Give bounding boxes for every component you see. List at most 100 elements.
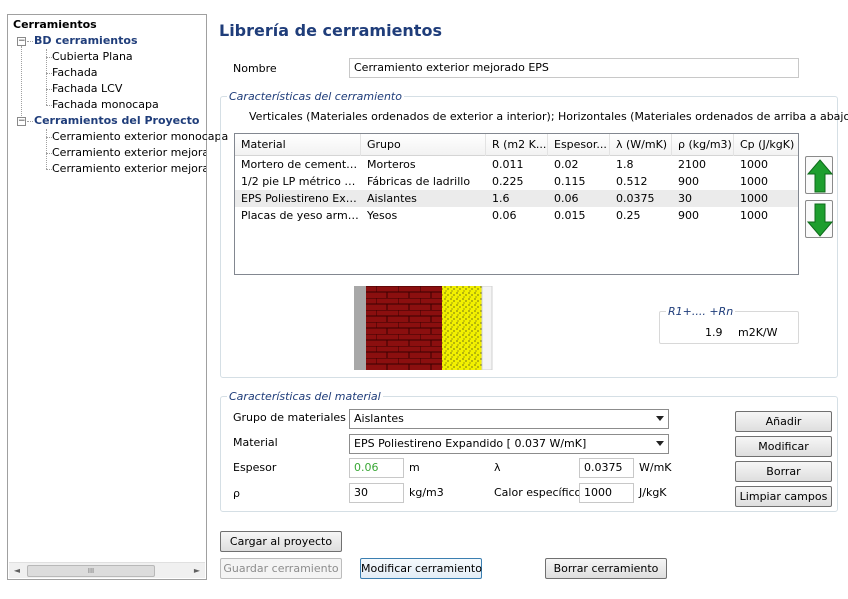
cell-grupo: Fábricas de ladrillo — [367, 175, 471, 188]
nombre-label: Nombre — [233, 62, 277, 75]
scroll-left-icon[interactable]: ◄ — [9, 563, 25, 579]
r-total-value: 1.9 — [705, 326, 723, 339]
cell-rho: 2100 — [678, 158, 706, 171]
column-header-r[interactable]: R (m2 K... — [486, 134, 548, 156]
cell-material: Placas de yeso armad... — [241, 209, 361, 222]
scroll-right-icon[interactable]: ► — [189, 563, 205, 579]
column-header-grupo[interactable]: Grupo — [361, 134, 486, 156]
arrow-down-icon — [806, 203, 834, 237]
modificar-cerramiento-button[interactable]: Modificar cerramiento — [360, 558, 482, 579]
column-header-rho[interactable]: ρ (kg/m3) — [672, 134, 734, 156]
column-header-espesor[interactable]: Espesor... — [548, 134, 610, 156]
column-header-lambda[interactable]: λ (W/mK) — [610, 134, 672, 156]
anadir-button[interactable]: Añadir — [735, 411, 832, 432]
cell-lambda: 1.8 — [616, 158, 634, 171]
tree-item-mejorado-e[interactable]: Cerramiento exterior mejorado E — [52, 162, 206, 176]
tree-group-cerramientos-proyecto[interactable]: Cerramientos del Proyecto — [34, 114, 199, 128]
column-header-material[interactable]: Material — [235, 134, 361, 156]
table-row-selected[interactable]: EPS Poliestireno Expa... Aislantes 1.6 0… — [235, 190, 798, 207]
cell-espesor: 0.115 — [554, 175, 586, 188]
cell-espesor: 0.015 — [554, 209, 586, 222]
tree-item-mejorado-l[interactable]: Cerramiento exterior mejorado L — [52, 146, 206, 160]
cargar-proyecto-button[interactable]: Cargar al proyecto — [220, 531, 342, 552]
tree-item-cubierta-plana[interactable]: Cubierta Plana — [52, 50, 133, 64]
material-value: EPS Poliestireno Expandido [ 0.037 W/mK] — [354, 437, 587, 450]
material-groupbox-title: Características del material — [227, 390, 383, 403]
cell-material: EPS Poliestireno Expa... — [241, 192, 361, 205]
grupo-materiales-label: Grupo de materiales — [233, 411, 346, 424]
espesor-label: Espesor — [233, 461, 277, 474]
grupo-materiales-value: Aislantes — [354, 412, 404, 425]
table-row[interactable]: Mortero de cemento ... Morteros 0.011 0.… — [235, 156, 798, 173]
page-title: Librería de cerramientos — [219, 21, 442, 40]
table-row[interactable]: Placas de yeso armad... Yesos 0.06 0.015… — [235, 207, 798, 224]
cell-r: 0.06 — [492, 209, 517, 222]
layers-table[interactable]: Material Grupo R (m2 K... Espesor... λ (… — [234, 133, 799, 275]
cell-grupo: Aislantes — [367, 192, 417, 205]
tree-panel: Cerramientos − BD cerramientos Cubierta … — [7, 14, 228, 580]
table-row[interactable]: 1/2 pie LP métrico o c... Fábricas de la… — [235, 173, 798, 190]
cell-lambda: 0.512 — [616, 175, 648, 188]
arrow-up-icon — [806, 159, 834, 193]
tree-item-fachada-monocapa[interactable]: Fachada monocapa — [52, 98, 159, 112]
guardar-cerramiento-button[interactable]: Guardar cerramiento — [220, 558, 342, 579]
cell-grupo: Morteros — [367, 158, 416, 171]
espesor-input[interactable]: 0.06 — [349, 458, 404, 478]
move-up-button[interactable] — [805, 156, 834, 194]
cell-r: 0.225 — [492, 175, 524, 188]
cell-espesor: 0.06 — [554, 192, 579, 205]
cerramiento-groupbox-title: Características del cerramiento — [227, 90, 404, 103]
tree-group-bd-cerramientos[interactable]: BD cerramientos — [34, 34, 138, 48]
table-header: Material Grupo R (m2 K... Espesor... λ (… — [235, 134, 798, 156]
lambda-label: λ — [494, 461, 501, 474]
calor-especifico-label: Calor específico — [494, 486, 582, 499]
rho-input[interactable]: 30 — [349, 483, 404, 503]
wall-section-illustration — [354, 285, 494, 371]
espesor-unit: m — [409, 461, 420, 474]
rho-label: ρ — [233, 487, 240, 500]
modificar-button[interactable]: Modificar — [735, 436, 832, 457]
chevron-down-icon — [656, 416, 664, 421]
cell-material: 1/2 pie LP métrico o c... — [241, 175, 361, 188]
column-header-cp[interactable]: Cp (J/kgK) — [734, 134, 798, 156]
cell-cp: 1000 — [740, 175, 768, 188]
r-total-unit: m2K/W — [738, 326, 778, 339]
tree-item-fachada[interactable]: Fachada — [52, 66, 98, 80]
borrar-button[interactable]: Borrar — [735, 461, 832, 482]
collapse-icon[interactable]: − — [17, 117, 26, 126]
cell-espesor: 0.02 — [554, 158, 579, 171]
lambda-input[interactable]: 0.0375 — [579, 458, 634, 478]
calor-especifico-unit: J/kgK — [639, 486, 667, 499]
cell-cp: 1000 — [740, 209, 768, 222]
cell-rho: 900 — [678, 209, 699, 222]
cell-cp: 1000 — [740, 158, 768, 171]
material-select[interactable]: EPS Poliestireno Expandido [ 0.037 W/mK] — [349, 434, 669, 454]
cell-rho: 30 — [678, 192, 692, 205]
move-down-button[interactable] — [805, 200, 834, 238]
lambda-unit: W/mK — [639, 461, 672, 474]
cell-cp: 1000 — [740, 192, 768, 205]
orientation-note: Verticales (Materiales ordenados de exte… — [249, 110, 848, 123]
calor-especifico-input[interactable]: 1000 — [579, 483, 634, 503]
grupo-materiales-select[interactable]: Aislantes — [349, 409, 669, 429]
scroll-thumb[interactable]: III — [27, 565, 155, 577]
cell-material: Mortero de cemento ... — [241, 158, 361, 171]
cell-rho: 900 — [678, 175, 699, 188]
tree-item-fachada-lcv[interactable]: Fachada LCV — [52, 82, 122, 96]
limpiar-campos-button[interactable]: Limpiar campos — [735, 486, 832, 507]
cell-grupo: Yesos — [367, 209, 398, 222]
cell-lambda: 0.0375 — [616, 192, 655, 205]
cell-r: 1.6 — [492, 192, 510, 205]
nombre-input[interactable]: Cerramiento exterior mejorado EPS — [349, 58, 799, 78]
borrar-cerramiento-button[interactable]: Borrar cerramiento — [545, 558, 667, 579]
horizontal-scrollbar[interactable]: ◄ III ► — [9, 562, 205, 578]
cell-r: 0.011 — [492, 158, 524, 171]
cell-lambda: 0.25 — [616, 209, 641, 222]
material-label: Material — [233, 436, 278, 449]
r-total-label: R1+.... +Rn — [666, 305, 736, 318]
chevron-down-icon — [656, 441, 664, 446]
tree-item-monocapa[interactable]: Cerramiento exterior monocapa — [52, 130, 228, 144]
tree-root-label[interactable]: Cerramientos — [13, 18, 97, 32]
collapse-icon[interactable]: − — [17, 37, 26, 46]
rho-unit: kg/m3 — [409, 486, 444, 499]
